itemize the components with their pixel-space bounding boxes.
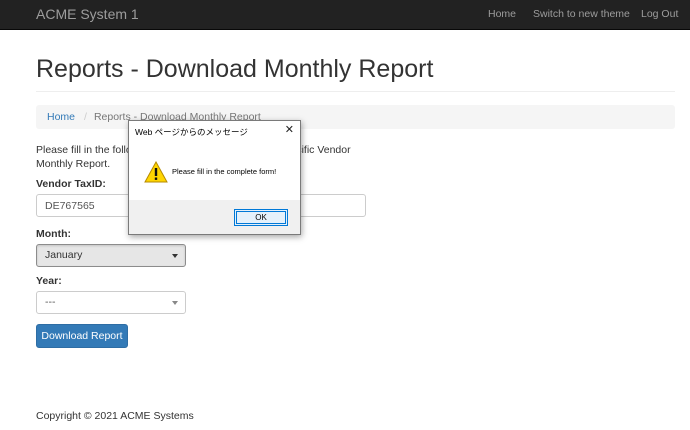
chevron-down-icon	[172, 254, 178, 258]
nav-home-link[interactable]: Home	[488, 0, 516, 30]
vendor-taxid-label: Vendor TaxID:	[36, 178, 106, 190]
breadcrumb-home-link[interactable]: Home	[47, 111, 75, 123]
year-select[interactable]: ---	[36, 291, 186, 314]
nav-logout-link[interactable]: Log Out	[641, 0, 678, 30]
download-report-button[interactable]: Download Report	[36, 324, 128, 348]
year-select-value: ---	[45, 296, 56, 308]
close-icon[interactable]: ✕	[285, 124, 294, 136]
form-intro-line2: Monthly Report.	[36, 158, 111, 170]
ok-button[interactable]: OK	[234, 209, 288, 226]
dialog-message: Please fill in the complete form!	[172, 167, 277, 176]
nav-switch-theme-link[interactable]: Switch to new theme	[533, 0, 630, 30]
chevron-down-icon	[172, 301, 178, 305]
month-label: Month:	[36, 228, 71, 240]
dialog-title: Web ページからのメッセージ	[135, 127, 248, 137]
month-select[interactable]: January	[36, 244, 186, 267]
footer-copyright: Copyright © 2021 ACME Systems	[36, 410, 194, 422]
warning-icon	[144, 161, 168, 183]
page-title: Reports - Download Monthly Report	[36, 55, 434, 83]
navbar: ACME System 1 Home Switch to new theme L…	[0, 0, 690, 30]
brand-link[interactable]: ACME System 1	[36, 0, 139, 30]
alert-dialog: Web ページからのメッセージ ✕ Please fill in the com…	[128, 120, 301, 235]
month-select-value: January	[45, 249, 83, 261]
breadcrumb-separator: /	[84, 111, 87, 123]
title-divider	[36, 91, 675, 92]
year-label: Year:	[36, 275, 62, 287]
